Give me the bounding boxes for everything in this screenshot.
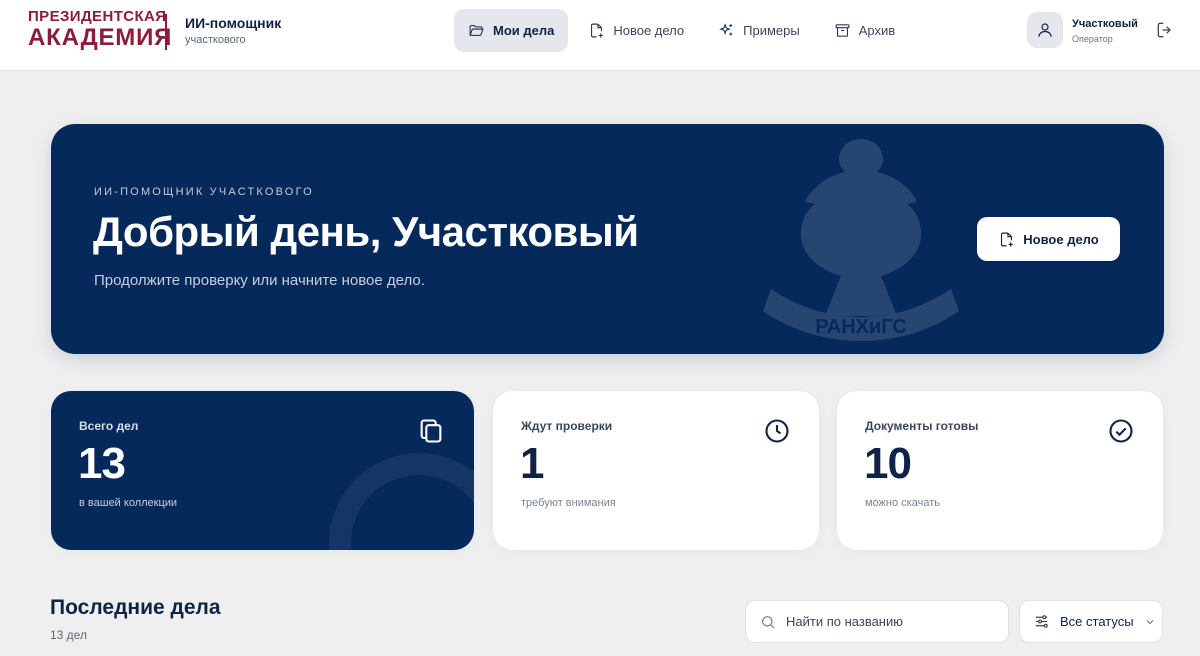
app-title: ИИ-помощник [185,15,282,31]
nav-item-my-cases[interactable]: Мои дела [454,9,569,52]
welcome-banner: РАНХиГС ИИ-ПОМОЩНИК УЧАСТКОВОГО Добрый д… [51,124,1164,354]
sparkles-icon [719,23,733,36]
logo-line-1: ПРЕЗИДЕНТСКАЯ [28,8,167,25]
folder-open-icon [469,24,484,37]
copy-icon [417,417,445,445]
nav-label: Мои дела [493,23,555,38]
stat-note: требуют внимания [521,497,616,509]
stat-note: можно скачать [865,497,940,509]
user-icon [1038,23,1052,37]
recent-cases-count: 13 дел [50,628,87,642]
stat-card-pending[interactable]: Ждут проверки 1 требуют внимания [493,391,819,550]
search-box[interactable] [745,600,1009,643]
nav-item-archive[interactable]: Архив [820,9,909,52]
stat-card-total[interactable]: Всего дел 13 в вашей коллекции [51,391,474,550]
stat-label: Ждут проверки [521,419,613,433]
nav-label: Архив [858,23,896,38]
user-role: Оператор [1072,34,1113,44]
new-case-button[interactable]: Новое дело [977,217,1120,261]
user-name: Участковый [1072,18,1138,30]
top-header: ПРЕЗИДЕНТСКАЯ АКАДЕМИЯ ИИ-помощник участ… [0,0,1200,71]
nav-item-examples[interactable]: Примеры [704,9,814,52]
stat-note: в вашей коллекции [79,497,178,509]
logout-icon [1157,22,1171,38]
stat-value: 1 [520,439,545,488]
main-nav: Мои дела Новое дело Примеры Архив [454,9,909,52]
logout-button[interactable] [1155,20,1175,40]
search-icon [762,615,775,628]
banner-subtitle: Продолжите проверку или начните новое де… [94,272,425,289]
check-circle-icon [1107,417,1135,445]
emblem-watermark: РАНХиГС [763,139,959,341]
file-plus-icon [1001,232,1014,247]
search-input[interactable] [786,614,996,629]
banner-title: Добрый день, Участковый [93,208,639,255]
stat-label: Всего дел [79,419,139,433]
nav-label: Примеры [743,23,800,38]
sliders-icon [1035,615,1048,628]
archive-icon [835,24,850,37]
app-subtitle: участкового [185,34,246,46]
nav-item-new-case[interactable]: Новое дело [574,9,698,52]
academy-logo[interactable]: ПРЕЗИДЕНТСКАЯ АКАДЕМИЯ [28,9,172,50]
logo-divider [165,14,167,50]
clock-icon [763,417,791,445]
emblem-text: РАНХиГС [815,316,907,338]
new-case-button-label: Новое дело [1023,231,1099,247]
banner-eyebrow: ИИ-ПОМОЩНИК УЧАСТКОВОГО [94,186,314,198]
recent-cases-title: Последние дела [50,596,221,619]
avatar[interactable] [1027,12,1063,48]
status-filter-select[interactable]: Все статусы [1019,600,1163,643]
status-filter-value: Все статусы [1060,614,1134,629]
stat-label: Документы готовы [865,419,979,433]
chevron-down-icon [1146,619,1153,624]
logo-line-2: АКАДЕМИЯ [28,24,173,51]
file-plus-icon [591,23,604,38]
decorative-ring [329,453,474,550]
stat-card-ready[interactable]: Документы готовы 10 можно скачать [837,391,1163,550]
stat-value: 13 [78,439,126,488]
nav-label: Новое дело [613,23,685,38]
stat-value: 10 [864,439,912,488]
